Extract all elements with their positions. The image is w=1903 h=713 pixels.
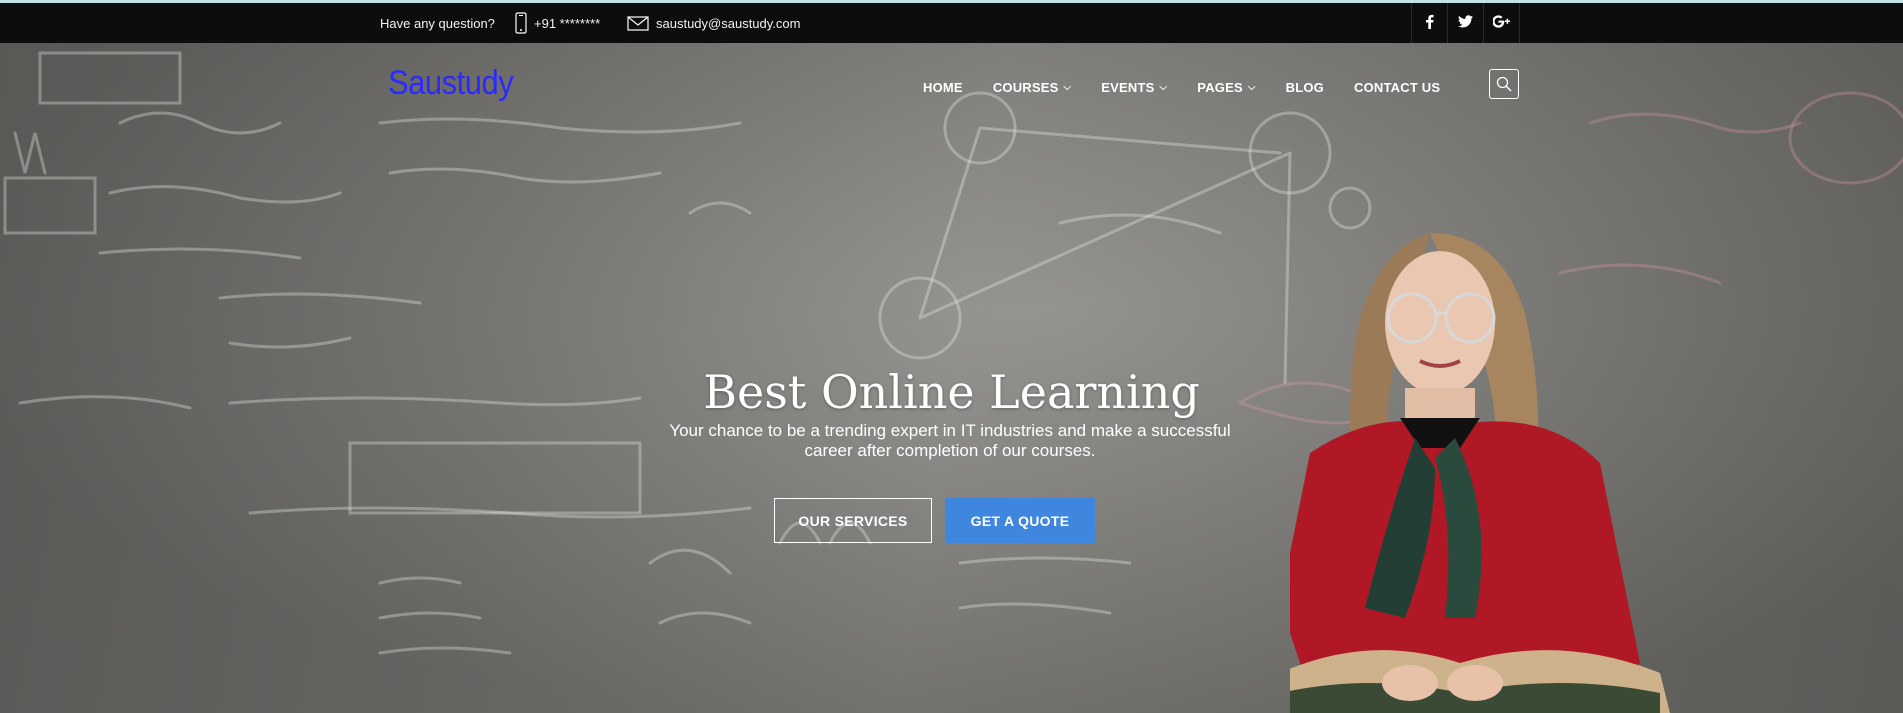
- google-plus-icon: [1492, 14, 1510, 32]
- hero-subtitle: Your chance to be a trending expert in I…: [669, 421, 1231, 460]
- twitter-icon: [1458, 14, 1473, 32]
- nav-blog-label: BLOG: [1285, 80, 1324, 95]
- search-button[interactable]: [1489, 69, 1519, 99]
- phone-contact[interactable]: +91 ********: [515, 3, 600, 43]
- nav-home[interactable]: HOME: [923, 80, 963, 95]
- top-contact-bar: Have any question? +91 ******** saustudy…: [0, 3, 1903, 43]
- email-address: saustudy@saustudy.com: [656, 15, 801, 31]
- nav-blog[interactable]: BLOG: [1286, 80, 1324, 95]
- twitter-link[interactable]: [1448, 3, 1484, 43]
- chevron-down-icon: ⌵: [1247, 82, 1256, 93]
- google-plus-link[interactable]: [1484, 3, 1520, 43]
- get-a-quote-button[interactable]: GET A QUOTE: [945, 498, 1095, 543]
- email-contact[interactable]: saustudy@saustudy.com: [627, 3, 800, 43]
- nav-courses-label: COURSES: [992, 80, 1059, 95]
- phone-icon: [515, 12, 527, 34]
- facebook-icon: [1425, 14, 1434, 33]
- main-navigation: HOME COURSES ⌵ EVENTS ⌵ PAGES ⌵ BLOG CONTAC…: [923, 80, 1440, 95]
- site-logo[interactable]: Saustudy: [388, 63, 514, 103]
- nav-courses[interactable]: COURSES ⌵: [993, 80, 1071, 95]
- nav-events[interactable]: EVENTS ⌵: [1101, 80, 1167, 95]
- nav-contact-label: CONTACT US: [1354, 80, 1441, 95]
- facebook-link[interactable]: [1412, 3, 1448, 43]
- social-links: [1411, 3, 1520, 43]
- nav-home-label: HOME: [923, 80, 963, 95]
- search-icon: [1496, 76, 1512, 92]
- nav-pages-label: PAGES: [1197, 80, 1243, 95]
- phone-number: +91 ********: [534, 15, 601, 31]
- nav-pages[interactable]: PAGES ⌵: [1197, 80, 1255, 95]
- envelope-icon: [627, 15, 649, 31]
- chevron-down-icon: ⌵: [1063, 82, 1072, 93]
- our-services-button[interactable]: OUR SERVICES: [774, 498, 932, 543]
- hero-title: Best Online Learning: [703, 365, 1200, 419]
- nav-contact[interactable]: CONTACT US: [1354, 80, 1440, 95]
- hero-banner: Saustudy HOME COURSES ⌵ EVENTS ⌵ PAGES ⌵ BL…: [0, 43, 1903, 713]
- question-text: Have any question?: [380, 15, 495, 31]
- teacher-photo: [1290, 233, 1670, 713]
- nav-events-label: EVENTS: [1101, 80, 1155, 95]
- chevron-down-icon: ⌵: [1159, 82, 1168, 93]
